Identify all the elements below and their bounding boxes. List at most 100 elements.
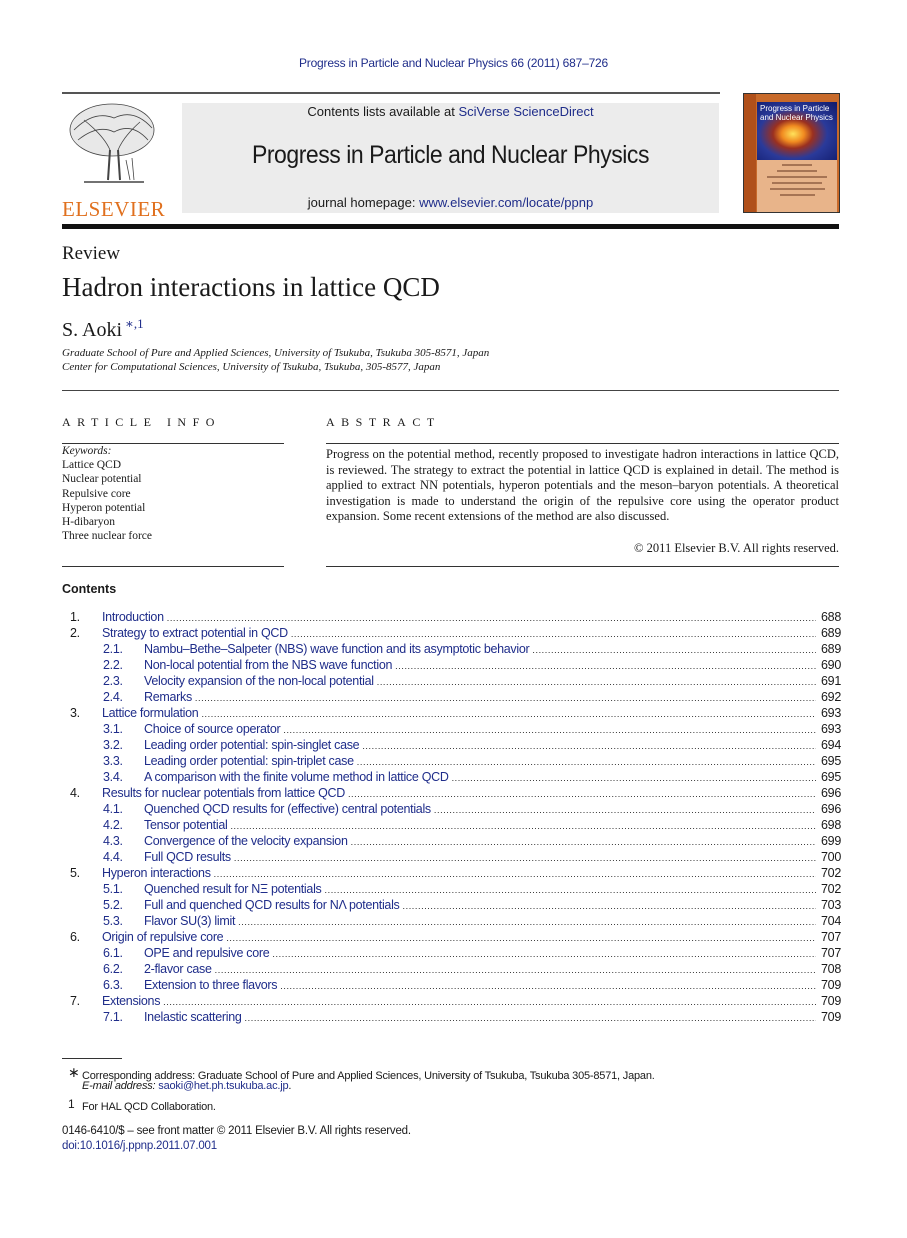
toc-leader-dots <box>351 837 816 847</box>
toc-entry-page: 696 <box>821 786 841 800</box>
toc-entry-link[interactable]: OPE and repulsive core <box>144 946 270 960</box>
toc-entry[interactable]: 2.1. Nambu–Bethe–Salpeter (NBS) wave func… <box>62 642 841 658</box>
toc-entry-link[interactable]: Velocity expansion of the non-local pote… <box>144 674 374 688</box>
toc-leader-dots <box>283 725 816 735</box>
toc-leader-dots <box>377 677 816 687</box>
toc-entry-link[interactable]: Remarks <box>144 690 192 704</box>
toc-leader-dots <box>234 853 816 863</box>
toc-leader-dots <box>163 997 816 1007</box>
toc-entry[interactable]: 4.2. Tensor potential 698 <box>62 818 841 834</box>
toc-entry[interactable]: 3.3. Leading order potential: spin-triple… <box>62 754 841 770</box>
toc-leader-dots <box>214 869 816 879</box>
toc-entry-number: 2.2. <box>103 658 123 672</box>
toc-entry[interactable]: 5. Hyperon interactions 702 <box>62 866 841 882</box>
toc-entry-link[interactable]: Quenched result for NΞ potentials <box>144 882 322 896</box>
author-footnote-marks[interactable]: ∗,1 <box>125 316 144 331</box>
toc-entry[interactable]: 6. Origin of repulsive core 707 <box>62 930 841 946</box>
keyword: Lattice QCD <box>62 459 122 471</box>
toc-entry-link[interactable]: A comparison with the finite volume meth… <box>144 770 449 784</box>
toc-leader-dots <box>245 1013 816 1023</box>
toc-entry[interactable]: 4.3. Convergence of the velocity expansio… <box>62 834 841 850</box>
toc-entry[interactable]: 5.3. Flavor SU(3) limit 704 <box>62 914 841 930</box>
publisher-wordmark: ELSEVIER <box>62 197 166 221</box>
toc-entry-link[interactable]: Results for nuclear potentials from latt… <box>102 786 345 800</box>
toc-entry[interactable]: 6.2. 2-flavor case 708 <box>62 962 841 978</box>
contents-prefix: Contents lists available at <box>307 104 459 119</box>
email-link[interactable]: saoki@het.ph.tsukuba.ac.jp <box>158 1080 288 1092</box>
toc-entry-link[interactable]: Tensor potential <box>144 818 228 832</box>
toc-entry[interactable]: 6.1. OPE and repulsive core 707 <box>62 946 841 962</box>
homepage-prefix: journal homepage: <box>307 195 420 210</box>
toc-entry[interactable]: 6.3. Extension to three flavors 709 <box>62 978 841 994</box>
journal-title: Progress in Particle and Nuclear Physics <box>251 141 650 169</box>
toc-entry-page: 707 <box>821 930 841 944</box>
toc-entry-page: 698 <box>821 818 841 832</box>
toc-entry[interactable]: 5.2. Full and quenched QCD results for NΛ… <box>62 898 841 914</box>
toc-entry-link[interactable]: Hyperon interactions <box>102 866 211 880</box>
author-line: S. Aoki ∗,1 <box>62 316 144 342</box>
toc-entry-link[interactable]: Choice of source operator <box>144 722 281 736</box>
toc-entry-number: 6. <box>70 930 80 944</box>
toc-leader-dots <box>201 709 816 719</box>
toc-leader-dots <box>532 645 816 655</box>
toc-entry[interactable]: 2. Strategy to extract potential in QCD 68… <box>62 626 841 642</box>
footnote-email: E-mail address: saoki@het.ph.tsukuba.ac.… <box>82 1080 291 1092</box>
toc-entry-link[interactable]: Full and quenched QCD results for NΛ pot… <box>144 898 400 912</box>
toc-entry-number: 5.2. <box>103 898 123 912</box>
toc-entry-link[interactable]: 2-flavor case <box>144 962 212 976</box>
keyword: Nuclear potential <box>62 473 142 485</box>
toc-entry-link[interactable]: Introduction <box>102 610 164 624</box>
footnote-collaboration: 1 For HAL QCD Collaboration. <box>62 1097 216 1113</box>
header-rule <box>62 92 720 94</box>
toc-entry[interactable]: 4.1. Quenched QCD results for (effective)… <box>62 802 841 818</box>
toc-entry-link[interactable]: Convergence of the velocity expansion <box>144 834 348 848</box>
toc-entry[interactable]: 4.4. Full QCD results 700 <box>62 850 841 866</box>
toc-entry-page: 692 <box>821 690 841 704</box>
toc-entry-link[interactable]: Extensions <box>102 994 160 1008</box>
toc-entry-page: 699 <box>821 834 841 848</box>
toc-entry[interactable]: 2.2. Non-local potential from the NBS wav… <box>62 658 841 674</box>
toc-entry-link[interactable]: Strategy to extract potential in QCD <box>102 626 288 640</box>
toc-entry-link[interactable]: Inelastic scattering <box>144 1010 242 1024</box>
keyword: Repulsive core <box>62 488 131 500</box>
toc-entry[interactable]: 7. Extensions 709 <box>62 994 841 1010</box>
toc-leader-dots <box>434 805 816 815</box>
toc-entry-link[interactable]: Full QCD results <box>144 850 231 864</box>
sciencedirect-link[interactable]: SciVerse ScienceDirect <box>458 104 593 119</box>
toc-entry[interactable]: 3.2. Leading order potential: spin-single… <box>62 738 841 754</box>
toc-entry[interactable]: 7.1. Inelastic scattering 709 <box>62 1010 841 1026</box>
abstract-rule <box>326 443 839 444</box>
toc-entry-page: 702 <box>821 866 841 880</box>
toc-entry[interactable]: 2.3. Velocity expansion of the non-local … <box>62 674 841 690</box>
homepage-link[interactable]: www.elsevier.com/locate/ppnp <box>419 195 593 210</box>
journal-cover-image: Progress in Particle and Nuclear Physics <box>743 93 840 213</box>
toc-entry[interactable]: 3.4. A comparison with the finite volume … <box>62 770 841 786</box>
toc-entry-number: 7. <box>70 994 80 1008</box>
toc-entry-link[interactable]: Extension to three flavors <box>144 978 278 992</box>
toc-entry-link[interactable]: Leading order potential: spin-singlet ca… <box>144 738 360 752</box>
journal-citation[interactable]: Progress in Particle and Nuclear Physics… <box>0 56 907 70</box>
toc-leader-dots <box>362 741 816 751</box>
toc-entry-link[interactable]: Non-local potential from the NBS wave fu… <box>144 658 392 672</box>
toc-entry-number: 2.1. <box>103 642 123 656</box>
toc-entry[interactable]: 3. Lattice formulation 693 <box>62 706 841 722</box>
toc-entry[interactable]: 1. Introduction 688 <box>62 610 841 626</box>
toc-leader-dots <box>280 981 816 991</box>
toc-entry[interactable]: 2.4. Remarks 692 <box>62 690 841 706</box>
toc-entry-link[interactable]: Nambu–Bethe–Salpeter (NBS) wave function… <box>144 642 530 656</box>
toc-entry-number: 3.4. <box>103 770 123 784</box>
toc-entry-page: 689 <box>821 642 841 656</box>
toc-entry-link[interactable]: Flavor SU(3) limit <box>144 914 235 928</box>
toc-entry-number: 1. <box>70 610 80 624</box>
toc-entry[interactable]: 5.1. Quenched result for NΞ potentials 702 <box>62 882 841 898</box>
footnote-text: For HAL QCD Collaboration. <box>82 1101 216 1113</box>
toc-entry[interactable]: 4. Results for nuclear potentials from la… <box>62 786 841 802</box>
toc-entry[interactable]: 3.1. Choice of source operator 693 <box>62 722 841 738</box>
toc-entry-number: 6.2. <box>103 962 123 976</box>
doi-link[interactable]: doi:10.1016/j.ppnp.2011.07.001 <box>62 1140 217 1152</box>
toc-leader-dots <box>452 773 816 783</box>
toc-entry-link[interactable]: Quenched QCD results for (effective) cen… <box>144 802 431 816</box>
toc-entry-link[interactable]: Leading order potential: spin-triplet ca… <box>144 754 354 768</box>
toc-entry-link[interactable]: Origin of repulsive core <box>102 930 224 944</box>
toc-entry-link[interactable]: Lattice formulation <box>102 706 199 720</box>
